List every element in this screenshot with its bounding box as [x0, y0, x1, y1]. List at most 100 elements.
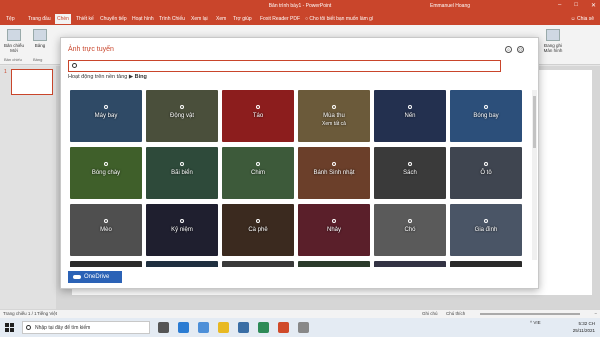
- tile-label: Nến: [404, 113, 416, 119]
- share-button[interactable]: ☺ Chia sẻ: [571, 14, 594, 24]
- notes-button[interactable]: Ghi chú: [422, 310, 438, 318]
- file-explorer-icon[interactable]: [218, 322, 229, 333]
- user-name[interactable]: Emmanuel Hoang: [430, 3, 470, 9]
- image-category-tile[interactable]: Nến: [374, 90, 446, 142]
- search-icon: [484, 105, 488, 109]
- app-icon-2[interactable]: [298, 322, 309, 333]
- tile-label: Bánh Sinh nhật: [313, 170, 355, 176]
- tab-animations[interactable]: Hoạt hình: [130, 14, 156, 24]
- image-category-tile[interactable]: Cà phê: [222, 204, 294, 256]
- dialog-scrollbar[interactable]: [532, 90, 537, 260]
- tab-transitions[interactable]: Chuyển tiếp: [98, 14, 129, 24]
- image-category-tile[interactable]: [146, 261, 218, 267]
- search-icon: [332, 105, 336, 109]
- screen-recording-button[interactable]: Đang ghi Màn hình: [540, 29, 566, 53]
- image-category-tile[interactable]: [70, 261, 142, 267]
- tab-file[interactable]: Tệp: [4, 14, 17, 24]
- edge-icon[interactable]: [178, 322, 189, 333]
- tile-label: Bóng bay: [473, 113, 499, 119]
- search-icon: [484, 219, 488, 223]
- tile-label: Ô tô: [480, 170, 492, 176]
- tell-me-search[interactable]: ○ Cho tôi biết bạn muốn làm gì: [305, 14, 373, 24]
- online-pictures-dialog: Ảnh trực tuyến ☺ ☹ Hoạt động trên nền tả…: [60, 37, 539, 289]
- zoom-slider[interactable]: [480, 313, 580, 315]
- windows-start-icon[interactable]: [5, 323, 14, 332]
- tile-label: Cà phê: [248, 227, 268, 233]
- powerpoint-taskbar-icon[interactable]: [278, 322, 289, 333]
- tab-design[interactable]: Thiết kế: [74, 14, 96, 24]
- tile-label: Động vật: [169, 113, 194, 119]
- image-category-tile[interactable]: Bóng bay: [450, 90, 522, 142]
- ribbon-tabs: Tệp Trang đầu Chèn Thiết kế Chuyển tiếp …: [0, 12, 600, 25]
- bing-logo-icon: ▶: [128, 74, 134, 80]
- tile-label: Máy bay: [94, 113, 118, 119]
- image-category-tile[interactable]: [450, 261, 522, 267]
- tell-me-label: Cho tôi biết bạn muốn làm gì: [309, 16, 374, 22]
- taskbar-search-box[interactable]: Nhập tại đây để tìm kiếm: [22, 321, 150, 334]
- new-slide-button[interactable]: Bản chiếu Mới: [3, 29, 25, 53]
- slide-thumbnail[interactable]: [11, 69, 53, 95]
- image-category-tile[interactable]: Gia đình: [450, 204, 522, 256]
- image-category-tile[interactable]: Mèo: [70, 204, 142, 256]
- image-category-tile[interactable]: Chó: [374, 204, 446, 256]
- image-category-tile[interactable]: [298, 261, 370, 267]
- new-slide-label: Bản chiếu Mới: [3, 43, 24, 53]
- image-category-tile[interactable]: Động vật: [146, 90, 218, 142]
- search-icon: [104, 162, 108, 166]
- image-category-tile[interactable]: Bóng chày: [70, 147, 142, 199]
- table-icon: [33, 29, 47, 41]
- tab-foxit[interactable]: Foxit Reader PDF: [258, 14, 302, 24]
- image-category-tile[interactable]: Mùa thu Xem tất cả: [298, 90, 370, 142]
- language-indicator[interactable]: Tiếng Việt: [37, 310, 57, 318]
- onedrive-button[interactable]: OneDrive: [68, 271, 122, 283]
- image-category-tile[interactable]: Chim: [222, 147, 294, 199]
- clock[interactable]: 5:32 CH 25/11/2021: [573, 320, 595, 334]
- tab-slideshow[interactable]: Trình Chiếu: [157, 14, 187, 24]
- image-category-tile[interactable]: Nhảy: [298, 204, 370, 256]
- image-category-tile[interactable]: Ô tô: [450, 147, 522, 199]
- smile-feedback-icon[interactable]: ☺: [505, 46, 512, 53]
- tile-label: Nhảy: [326, 227, 341, 233]
- clock-date: 25/11/2021: [572, 328, 595, 333]
- search-icon: [180, 105, 184, 109]
- frown-feedback-icon[interactable]: ☹: [517, 46, 524, 53]
- search-icon: [332, 219, 336, 223]
- minimize-icon[interactable]: –: [558, 2, 561, 9]
- store-icon[interactable]: [238, 322, 249, 333]
- image-category-grid: Máy bay Động vật Táo Mùa thu Xem tất cả Nến Bó…: [70, 90, 524, 267]
- tab-insert[interactable]: Chèn: [55, 14, 71, 24]
- search-icon: [408, 105, 412, 109]
- image-search-input[interactable]: [68, 60, 501, 72]
- tab-help[interactable]: Trợ giúp: [231, 14, 254, 24]
- mail-icon[interactable]: [198, 322, 209, 333]
- image-category-tile[interactable]: [222, 261, 294, 267]
- image-category-tile[interactable]: [374, 261, 446, 267]
- image-category-tile[interactable]: Bánh Sinh nhật: [298, 147, 370, 199]
- tile-label: Chó: [404, 227, 416, 233]
- screen-recording-icon: [546, 29, 560, 41]
- image-category-tile[interactable]: Bãi biển: [146, 147, 218, 199]
- close-icon[interactable]: ✕: [591, 2, 596, 9]
- zoom-out-button[interactable]: −: [594, 310, 597, 318]
- screen-recording-label: Đang ghi Màn hình: [543, 43, 563, 53]
- search-icon: [104, 219, 108, 223]
- image-category-tile[interactable]: Kỷ niệm: [146, 204, 218, 256]
- search-icon: [408, 162, 412, 166]
- image-category-tile[interactable]: Sách: [374, 147, 446, 199]
- image-category-tile[interactable]: Máy bay: [70, 90, 142, 142]
- powered-by-label: Hoạt động trên nền tảng: [68, 74, 128, 80]
- tab-view[interactable]: Xem: [214, 14, 228, 24]
- slides-group-label: Bản chiếu: [4, 57, 22, 62]
- tab-review[interactable]: Xem lại: [189, 14, 210, 24]
- comments-button[interactable]: Chú thích: [446, 310, 465, 318]
- table-button[interactable]: Bảng: [32, 29, 48, 48]
- scrollbar-thumb[interactable]: [533, 96, 536, 148]
- image-category-tile[interactable]: Táo: [222, 90, 294, 142]
- tile-sublabel[interactable]: Xem tất cả: [298, 121, 370, 127]
- tab-home[interactable]: Trang đầu: [26, 14, 53, 24]
- task-view-icon[interactable]: [158, 322, 169, 333]
- slide-number: 1: [4, 69, 7, 75]
- system-tray[interactable]: ^ VIE: [530, 320, 541, 325]
- app-icon[interactable]: [258, 322, 269, 333]
- maximize-icon[interactable]: □: [574, 2, 578, 9]
